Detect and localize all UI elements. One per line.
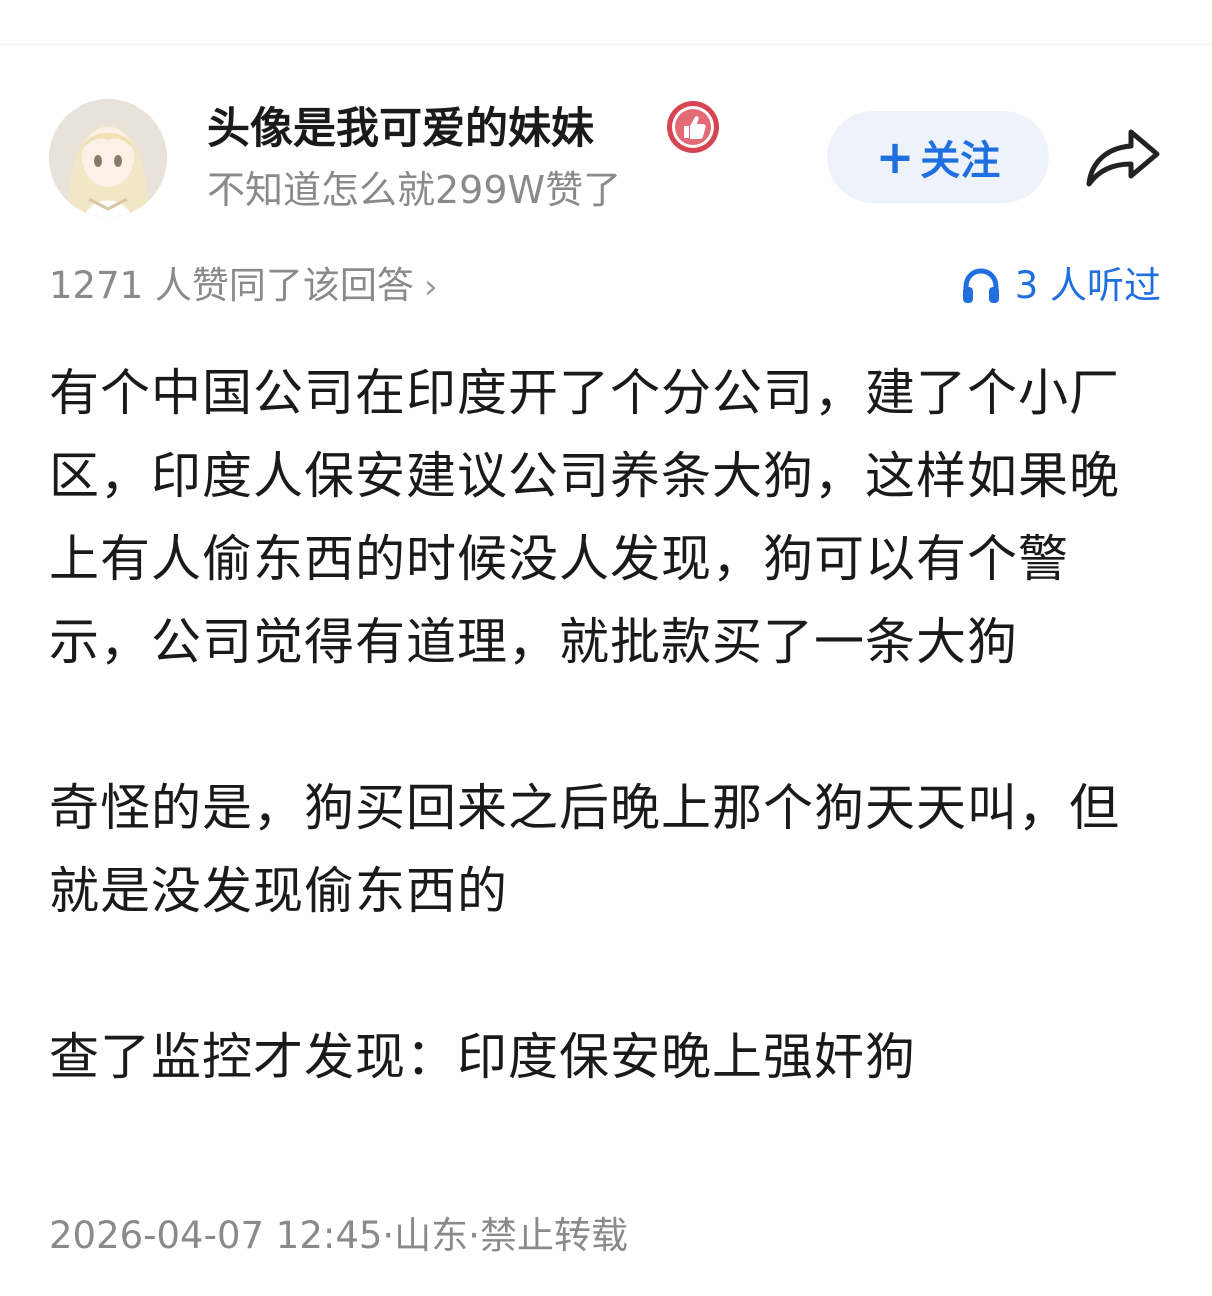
- answer-meta-row: 1271 人赞同了该回答 › 3 人听过: [49, 258, 1161, 314]
- follow-button[interactable]: + 关注: [827, 111, 1049, 203]
- answer-paragraph: 有个中国公司在印度开了个分公司，建了个小厂区，印度人保安建议公司养条大狗，这样如…: [49, 364, 1120, 671]
- answer-paragraph: 查了监控才发现：印度保安晚上强奸狗: [49, 1028, 916, 1086]
- plus-icon: +: [875, 130, 915, 184]
- answer-paragraph: 奇怪的是，狗买回来之后晚上那个狗天天叫，但就是没发现偷东西的: [49, 779, 1120, 920]
- author-name[interactable]: 头像是我可爱的妹妹: [207, 100, 594, 158]
- chevron-right-icon: ›: [423, 267, 438, 307]
- likes-count-text: 1271 人赞同了该回答: [49, 264, 414, 307]
- listen-button[interactable]: 3 人听过: [961, 258, 1161, 314]
- likes-link[interactable]: 1271 人赞同了该回答 ›: [49, 258, 438, 315]
- answer-footer-meta: 2026-04-07 12:45·山东·禁止转载: [49, 1214, 628, 1257]
- top-bar: [0, 0, 1212, 45]
- share-arrow-icon[interactable]: [1083, 124, 1163, 190]
- avatar-image: [49, 99, 167, 217]
- author-bio: 不知道怎么就299W赞了: [207, 168, 622, 212]
- listen-count-text: 3 人听过: [1014, 264, 1161, 307]
- answer-content: 有个中国公司在印度开了个分公司，建了个小厂区，印度人保安建议公司养条大狗，这样如…: [49, 352, 1161, 1099]
- headphones-icon: [962, 268, 999, 303]
- follow-label: 关注: [920, 138, 1001, 184]
- author-avatar[interactable]: [49, 99, 167, 217]
- thumbs-up-badge-icon: [665, 99, 721, 155]
